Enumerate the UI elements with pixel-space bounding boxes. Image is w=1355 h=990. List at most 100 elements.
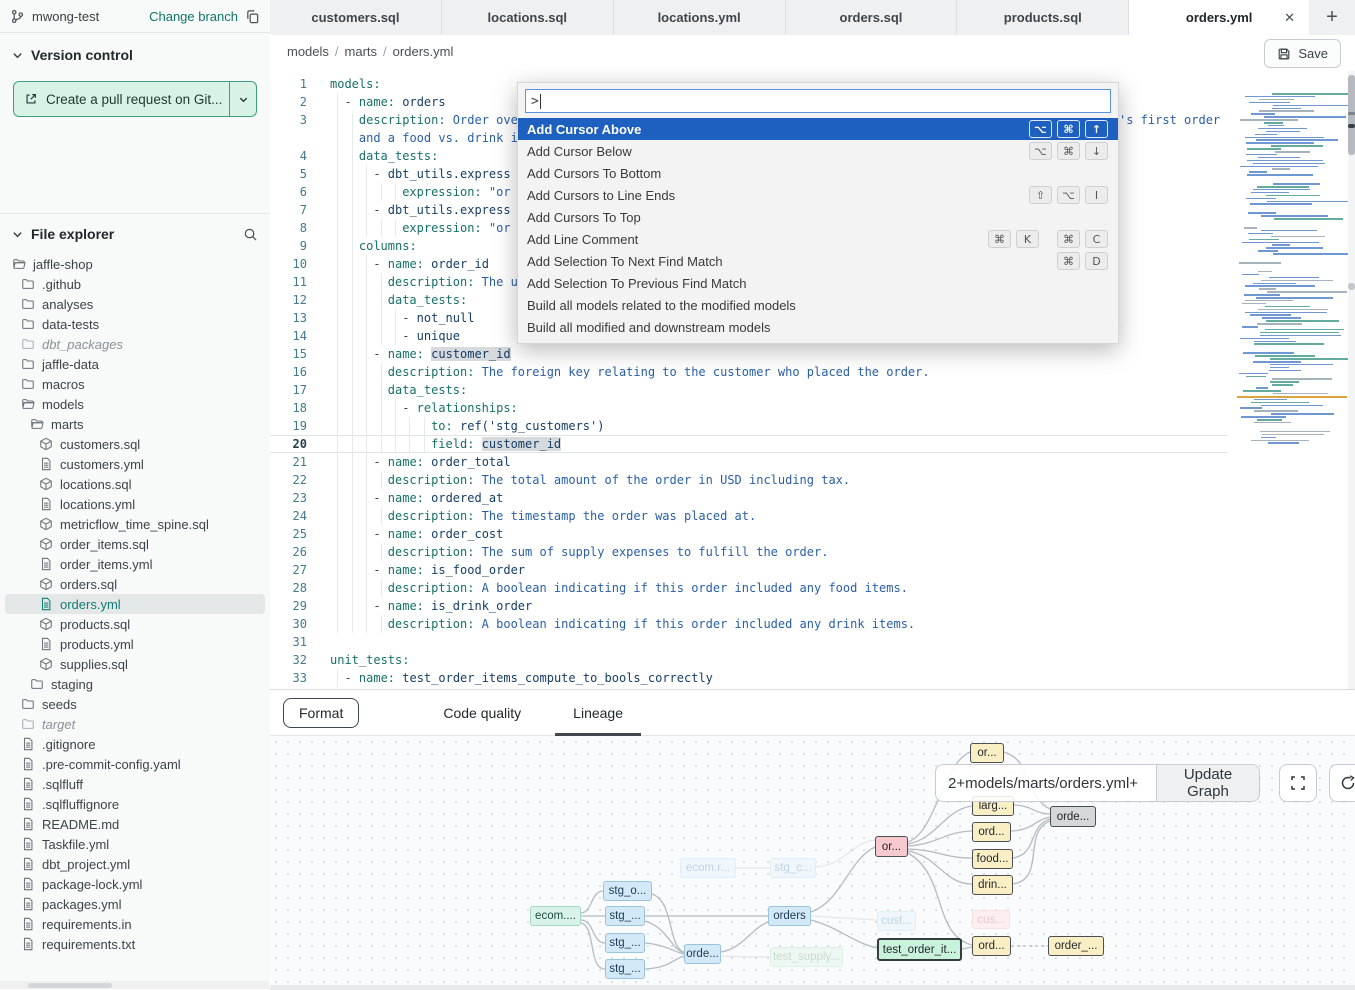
code-line-21[interactable]: 21- name: order_total bbox=[270, 453, 1228, 471]
palette-item-add-cursors-to-line-ends[interactable]: Add Cursors to Line Ends⇧⌥I bbox=[518, 184, 1118, 206]
file-item-metricflow-time-spine-sql[interactable]: metricflow_time_spine.sql bbox=[5, 514, 265, 534]
palette-item-add-cursor-above[interactable]: Add Cursor Above⌥⌘↑ bbox=[518, 118, 1118, 140]
new-tab-button[interactable]: + bbox=[1309, 0, 1355, 35]
code-line-27[interactable]: 27- name: is_food_order bbox=[270, 561, 1228, 579]
file-item-staging[interactable]: staging bbox=[5, 674, 265, 694]
refresh-button[interactable] bbox=[1329, 764, 1355, 802]
code-line-32[interactable]: 32unit_tests: bbox=[270, 651, 1228, 669]
palette-item-add-line-comment[interactable]: Add Line Comment⌘K⌘C bbox=[518, 228, 1118, 250]
code-line-29[interactable]: 29- name: is_drink_order bbox=[270, 597, 1228, 615]
file-item-data-tests[interactable]: data-tests bbox=[5, 314, 265, 334]
code-line-20[interactable]: 20field: customer_id bbox=[270, 435, 1228, 453]
selector-input[interactable] bbox=[936, 765, 1156, 801]
pr-dropdown-toggle[interactable] bbox=[229, 82, 256, 116]
file-item-requirements-in[interactable]: requirements.in bbox=[5, 914, 265, 934]
lineage-node-or_top[interactable]: or... bbox=[970, 743, 1004, 763]
tab-code-quality[interactable]: Code quality bbox=[417, 690, 547, 736]
breadcrumb-part[interactable]: orders.yml bbox=[393, 44, 454, 59]
save-button[interactable]: Save bbox=[1264, 39, 1341, 68]
fullscreen-button[interactable] bbox=[1279, 764, 1317, 802]
code-line-33[interactable]: 33- name: test_order_items_compute_to_bo… bbox=[270, 669, 1228, 687]
file-item--github[interactable]: .github bbox=[5, 274, 265, 294]
code-line-25[interactable]: 25- name: order_cost bbox=[270, 525, 1228, 543]
file-item-order-items-sql[interactable]: order_items.sql bbox=[5, 534, 265, 554]
tab-orders-sql[interactable]: orders.sql bbox=[786, 0, 958, 35]
code-line-16[interactable]: 16description: The foreign key relating … bbox=[270, 363, 1228, 381]
lineage-node-stg_b[interactable]: stg_... bbox=[605, 933, 645, 953]
code-line-18[interactable]: 18- relationships: bbox=[270, 399, 1228, 417]
search-icon[interactable] bbox=[243, 227, 258, 242]
lineage-node-order_long[interactable]: order_... bbox=[1048, 936, 1104, 956]
code-line-28[interactable]: 28description: A boolean indicating if t… bbox=[270, 579, 1228, 597]
file-item-readme-md[interactable]: README.md bbox=[5, 814, 265, 834]
update-graph-button[interactable]: Update Graph bbox=[1156, 765, 1259, 801]
tab-customers-sql[interactable]: customers.sql bbox=[270, 0, 442, 35]
tab-lineage[interactable]: Lineage bbox=[547, 690, 649, 736]
file-item--sqlfluff[interactable]: .sqlfluff bbox=[5, 774, 265, 794]
file-item-locations-sql[interactable]: locations.sql bbox=[5, 474, 265, 494]
code-line-19[interactable]: 19to: ref('stg_customers') bbox=[270, 417, 1228, 435]
minimap[interactable] bbox=[1237, 85, 1347, 453]
lineage-node-ord1[interactable]: ord... bbox=[972, 822, 1011, 842]
file-item--sqlfluffignore[interactable]: .sqlfluffignore bbox=[5, 794, 265, 814]
lineage-graph[interactable]: ecom....stg_o...stg_...stg_...stg_...eco… bbox=[270, 736, 1355, 990]
lineage-node-test_order_items[interactable]: test_order_it... bbox=[877, 938, 962, 961]
palette-item-add-cursors-to-bottom[interactable]: Add Cursors To Bottom bbox=[518, 162, 1118, 184]
scrollbar-handle[interactable] bbox=[1348, 75, 1355, 155]
copy-icon[interactable] bbox=[245, 9, 260, 24]
breadcrumb-part[interactable]: models bbox=[287, 44, 329, 59]
file-item-macros[interactable]: macros bbox=[5, 374, 265, 394]
sidebar-hscrollbar[interactable] bbox=[0, 981, 269, 989]
file-item-jaffle-data[interactable]: jaffle-data bbox=[5, 354, 265, 374]
format-button[interactable]: Format bbox=[283, 698, 359, 728]
file-item-taskfile-yml[interactable]: Taskfile.yml bbox=[5, 834, 265, 854]
file-item-products-sql[interactable]: products.sql bbox=[5, 614, 265, 634]
palette-item-add-cursors-to-top[interactable]: Add Cursors To Top bbox=[518, 206, 1118, 228]
code-line-24[interactable]: 24description: The timestamp the order w… bbox=[270, 507, 1228, 525]
lineage-node-food[interactable]: food... bbox=[972, 849, 1013, 869]
tab-locations-sql[interactable]: locations.sql bbox=[442, 0, 614, 35]
code-line-22[interactable]: 22description: The total amount of the o… bbox=[270, 471, 1228, 489]
lineage-node-order_items[interactable]: orde... bbox=[684, 944, 721, 964]
graph-hscrollbar[interactable] bbox=[270, 985, 1355, 990]
lineage-node-orders_mart[interactable]: or... bbox=[875, 836, 908, 857]
lineage-node-test_supply_ghost[interactable]: test_supply... bbox=[770, 947, 843, 967]
file-item-models[interactable]: models bbox=[5, 394, 265, 414]
lineage-node-stg_c2[interactable]: stg_... bbox=[605, 959, 645, 979]
lineage-node-ecom_raw[interactable]: ecom.... bbox=[530, 906, 581, 926]
palette-item-build-all-modified-and-downstream-models[interactable]: Build all modified and downstream models bbox=[518, 316, 1118, 338]
tab-orders-yml[interactable]: orders.yml✕ bbox=[1129, 0, 1309, 35]
lineage-node-stg_orders_top[interactable]: stg_o... bbox=[603, 881, 652, 901]
code-line-23[interactable]: 23- name: ordered_at bbox=[270, 489, 1228, 507]
file-item-customers-yml[interactable]: customers.yml bbox=[5, 454, 265, 474]
code-line-15[interactable]: 15- name: customer_id bbox=[270, 345, 1228, 363]
editor-vscrollbar[interactable] bbox=[1348, 71, 1355, 689]
file-item-supplies-sql[interactable]: supplies.sql bbox=[5, 654, 265, 674]
palette-item-add-selection-to-next-find-match[interactable]: Add Selection To Next Find Match⌘D bbox=[518, 250, 1118, 272]
file-item-products-yml[interactable]: products.yml bbox=[5, 634, 265, 654]
code-line-26[interactable]: 26description: The sum of supply expense… bbox=[270, 543, 1228, 561]
lineage-node-cus_ghost_pink[interactable]: cus... bbox=[972, 910, 1010, 929]
file-item-dbt-project-yml[interactable]: dbt_project.yml bbox=[5, 854, 265, 874]
file-item-target[interactable]: target bbox=[5, 714, 265, 734]
lineage-node-ecom_r_ghost[interactable]: ecom.r... bbox=[680, 858, 736, 878]
version-control-header[interactable]: Version control bbox=[0, 33, 270, 71]
tab-locations-yml[interactable]: locations.yml bbox=[614, 0, 786, 35]
palette-item-build-all-models-related-to-the-modified-models[interactable]: Build all models related to the modified… bbox=[518, 294, 1118, 316]
file-item-orders-sql[interactable]: orders.sql bbox=[5, 574, 265, 594]
file-item--gitignore[interactable]: .gitignore bbox=[5, 734, 265, 754]
lineage-node-cust_ghost[interactable]: cust... bbox=[877, 911, 916, 931]
command-palette-input[interactable]: > bbox=[525, 89, 1111, 113]
file-explorer-header[interactable]: File explorer bbox=[0, 214, 270, 248]
file-item-analyses[interactable]: analyses bbox=[5, 294, 265, 314]
change-branch-link[interactable]: Change branch bbox=[149, 9, 238, 24]
lineage-node-stg_c_ghost[interactable]: stg_c... bbox=[770, 858, 816, 878]
file-item--pre-commit-config-yaml[interactable]: .pre-commit-config.yaml bbox=[5, 754, 265, 774]
tab-products-sql[interactable]: products.sql bbox=[957, 0, 1129, 35]
code-line-17[interactable]: 17data_tests: bbox=[270, 381, 1228, 399]
file-item-orders-yml[interactable]: orders.yml bbox=[5, 594, 265, 614]
lineage-node-orde_gray[interactable]: orde... bbox=[1050, 806, 1096, 827]
file-item-seeds[interactable]: seeds bbox=[5, 694, 265, 714]
file-item-packages-yml[interactable]: packages.yml bbox=[5, 894, 265, 914]
close-icon[interactable]: ✕ bbox=[1284, 10, 1295, 26]
